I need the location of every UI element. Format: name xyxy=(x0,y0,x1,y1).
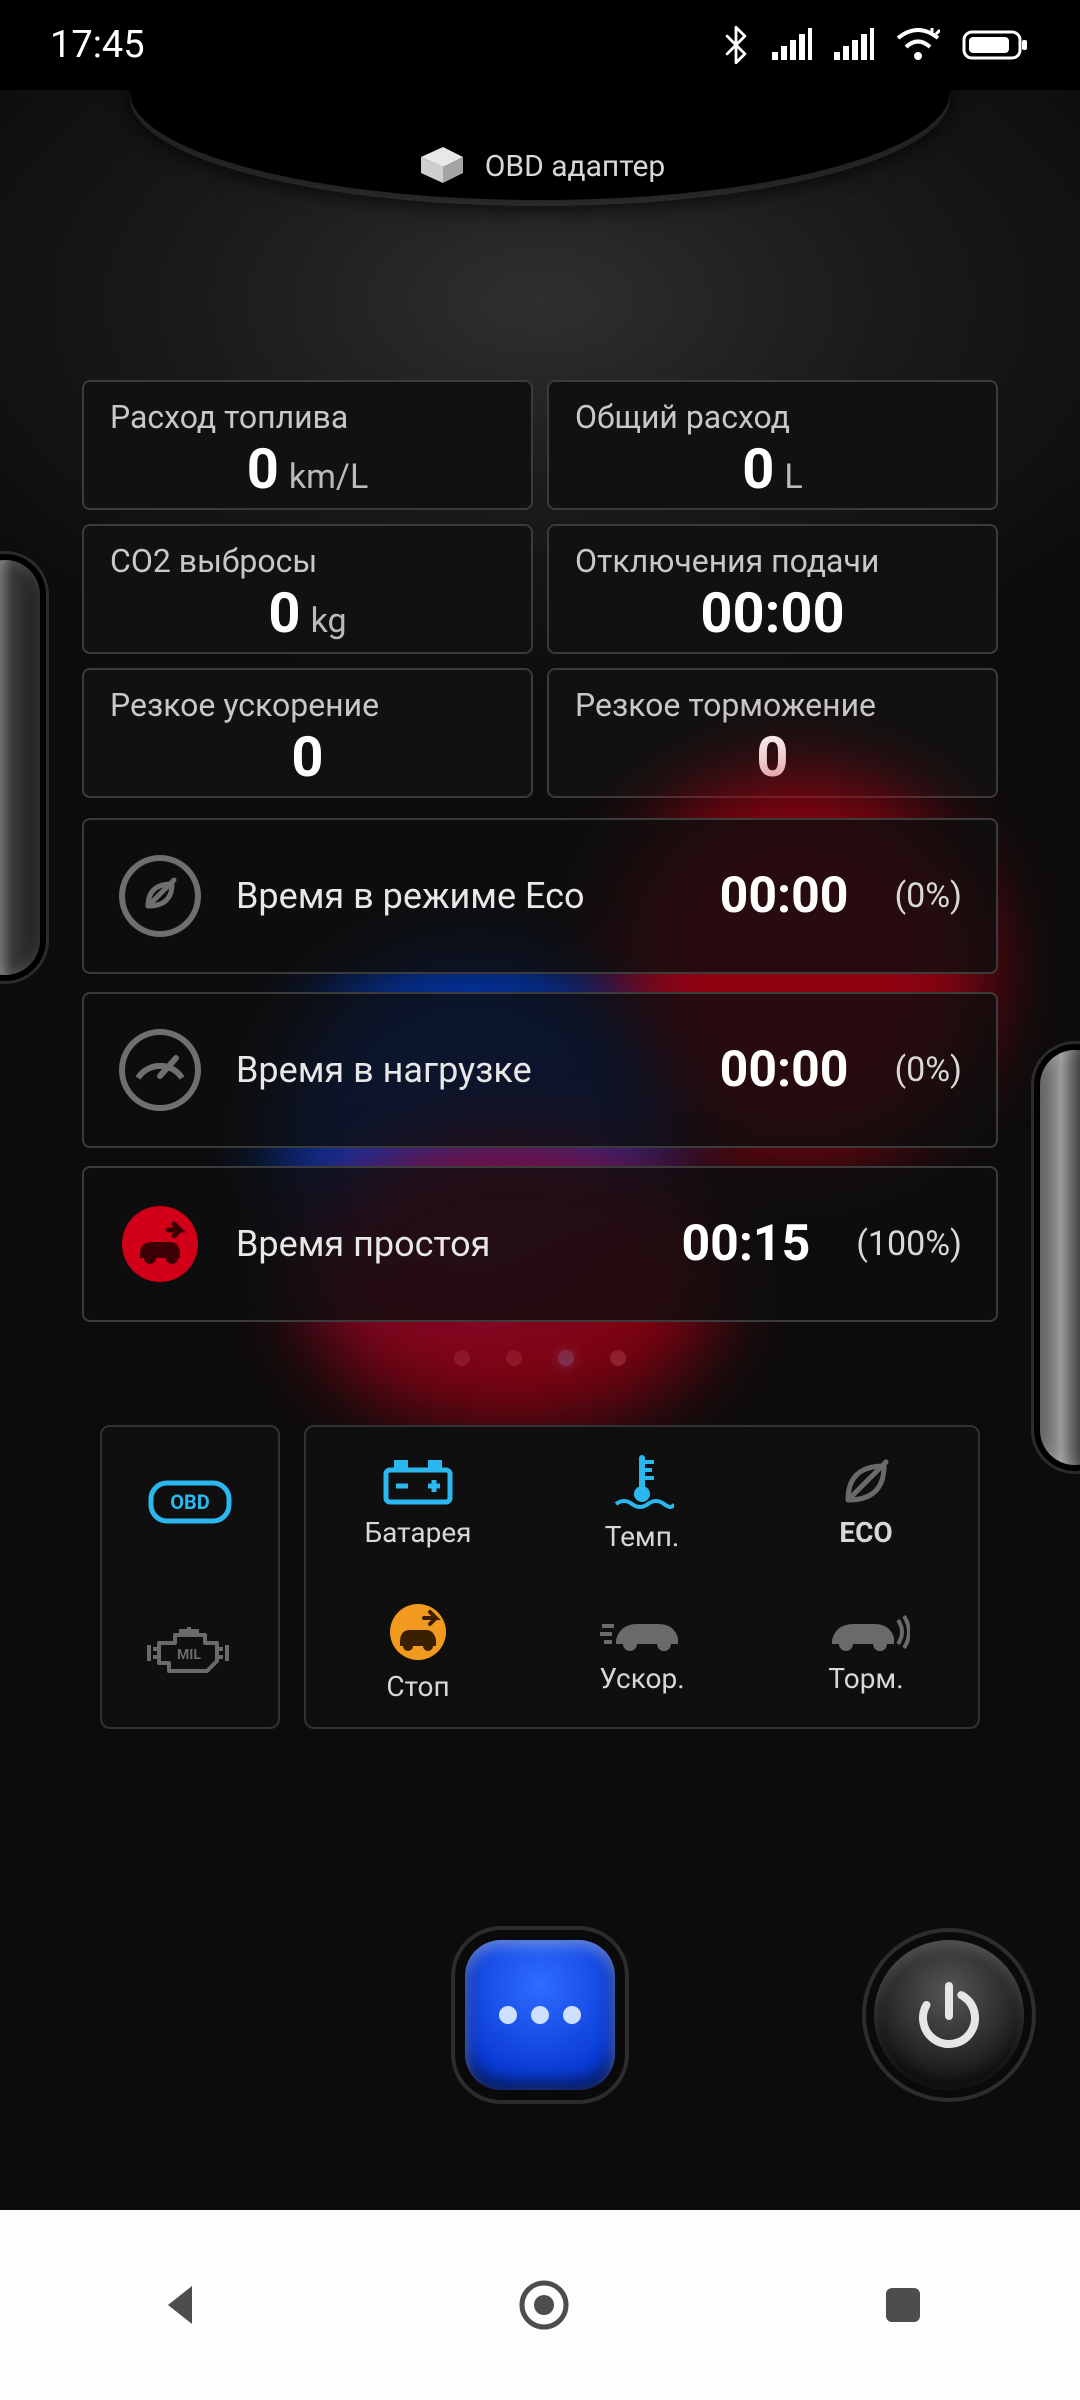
tile-hard-brake[interactable]: Резкое торможение 0 xyxy=(547,668,998,798)
page-dot[interactable] xyxy=(506,1350,522,1366)
row-load-time[interactable]: Время в нагрузке 00:00 (0%) xyxy=(82,992,998,1148)
tile-label: CO2 выбросы xyxy=(110,542,505,580)
row-label: Время простоя xyxy=(236,1223,647,1265)
tool-label: ECO xyxy=(839,1516,892,1549)
tool-brake[interactable]: Торм. xyxy=(754,1577,978,1727)
battery-icon xyxy=(962,28,1030,62)
idle-car-icon xyxy=(118,1202,202,1286)
tile-value: 0 xyxy=(291,724,323,790)
tool-label: Торм. xyxy=(828,1662,903,1695)
accel-car-icon xyxy=(598,1610,686,1654)
tile-value: 0 xyxy=(756,724,788,790)
cellular-signal-icon-2 xyxy=(834,28,874,62)
left-side-button[interactable] xyxy=(0,560,40,975)
tool-label: Стоп xyxy=(386,1670,449,1703)
page-dot[interactable] xyxy=(610,1350,626,1366)
dot-icon xyxy=(531,2006,549,2024)
engine-icon: MIL xyxy=(145,1623,235,1681)
leaf-icon xyxy=(118,854,202,938)
right-side-button[interactable] xyxy=(1040,1050,1080,1465)
wifi-icon xyxy=(896,28,940,62)
tile-unit: kg xyxy=(311,601,347,641)
bluetooth-icon xyxy=(722,25,750,65)
tile-label: Общий расход xyxy=(575,398,970,436)
obd-icon: OBD xyxy=(145,1473,235,1531)
tile-value: 0 xyxy=(268,580,300,646)
stop-car-icon xyxy=(384,1602,452,1662)
nav-home-icon[interactable] xyxy=(515,2276,573,2334)
tile-label: Отключения подачи xyxy=(575,542,970,580)
tile-label: Резкое ускорение xyxy=(110,686,505,724)
page-dot[interactable] xyxy=(454,1350,470,1366)
svg-text:MIL: MIL xyxy=(177,1647,201,1663)
row-label: Время в режиме Eco xyxy=(236,875,686,917)
nav-recent-icon[interactable] xyxy=(880,2282,926,2328)
svg-text:OBD: OBD xyxy=(170,1490,210,1514)
statusbar-indicators xyxy=(722,25,1030,65)
tool-label: Темп. xyxy=(605,1520,680,1553)
tool-temp[interactable]: Темп. xyxy=(530,1427,754,1577)
tile-unit: km/L xyxy=(289,457,368,497)
battery-car-icon xyxy=(380,1456,456,1508)
menu-button[interactable] xyxy=(465,1940,615,2090)
page-dot-active[interactable] xyxy=(558,1350,574,1366)
tool-battery[interactable]: Батарея xyxy=(306,1427,530,1577)
row-time: 00:00 xyxy=(720,1041,849,1099)
tool-accel[interactable]: Ускор. xyxy=(530,1577,754,1727)
power-icon xyxy=(910,1976,988,2054)
power-button[interactable] xyxy=(874,1940,1024,2090)
tile-label: Расход топлива xyxy=(110,398,505,436)
obd-adapter-icon xyxy=(415,145,469,187)
row-percent: (0%) xyxy=(895,876,963,916)
app-title-bar[interactable]: OBD адаптер xyxy=(415,112,666,220)
dot-icon xyxy=(499,2006,517,2024)
tool-label: Ускор. xyxy=(599,1662,684,1695)
tool-eco[interactable]: ECO xyxy=(754,1427,978,1577)
brake-car-icon xyxy=(822,1610,910,1654)
tool-label: Батарея xyxy=(364,1516,471,1549)
tile-label: Резкое торможение xyxy=(575,686,970,724)
row-percent: (100%) xyxy=(856,1224,962,1264)
tile-hard-accel[interactable]: Резкое ускорение 0 xyxy=(82,668,533,798)
row-idle-time[interactable]: Время простоя 00:15 (100%) xyxy=(82,1166,998,1322)
tile-fuel-consumption[interactable]: Расход топлива 0km/L xyxy=(82,380,533,510)
speedometer-icon xyxy=(118,1028,202,1112)
row-time: 00:15 xyxy=(681,1215,810,1273)
tool-stop[interactable]: Стоп xyxy=(306,1577,530,1727)
row-label: Время в нагрузке xyxy=(236,1049,686,1091)
tile-total-consumption[interactable]: Общий расход 0L xyxy=(547,380,998,510)
dot-icon xyxy=(563,2006,581,2024)
android-nav-bar xyxy=(0,2210,1080,2400)
row-percent: (0%) xyxy=(895,1050,963,1090)
cellular-signal-icon xyxy=(772,28,812,62)
tile-co2[interactable]: CO2 выбросы 0 kg xyxy=(82,524,533,654)
page-indicator[interactable] xyxy=(82,1350,998,1366)
tool-obd[interactable]: OBD xyxy=(102,1427,278,1577)
tile-value: 00:00 xyxy=(700,580,844,646)
tool-mil[interactable]: MIL xyxy=(102,1577,278,1727)
row-time: 00:00 xyxy=(720,867,849,925)
tile-fuel-cut[interactable]: Отключения подачи 00:00 xyxy=(547,524,998,654)
row-eco-time[interactable]: Время в режиме Eco 00:00 (0%) xyxy=(82,818,998,974)
tile-unit: L xyxy=(784,457,802,497)
eco-leaf-icon xyxy=(836,1456,896,1508)
nav-back-icon[interactable] xyxy=(154,2278,208,2332)
tile-value: 0 xyxy=(247,436,279,502)
android-status-bar: 17:45 xyxy=(0,0,1080,90)
coolant-temp-icon xyxy=(610,1452,674,1512)
tile-value: 0 xyxy=(742,436,774,502)
app-title: OBD адаптер xyxy=(485,149,666,184)
statusbar-time: 17:45 xyxy=(50,23,145,67)
